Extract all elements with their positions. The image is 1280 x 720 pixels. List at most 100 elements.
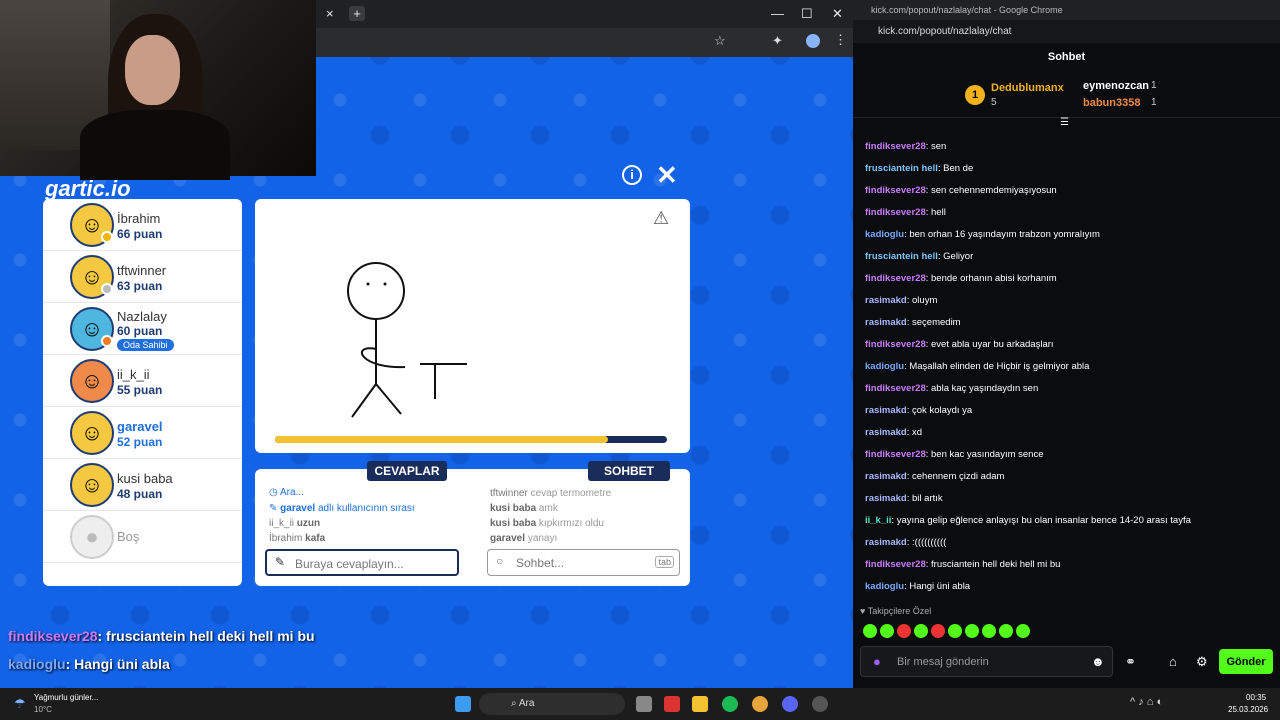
- spotify-icon[interactable]: [722, 696, 738, 712]
- player-row[interactable]: ☺ kusi baba 48 puan: [43, 459, 242, 511]
- status-dot: [101, 283, 113, 295]
- message-input[interactable]: ● Bir mesaj gönderin ☻: [860, 646, 1113, 677]
- turn-info: ✎ garavel adlı kullanıcının sırası: [269, 503, 415, 514]
- player-points: 60 puan: [117, 324, 163, 338]
- chat-message: frusciantein hell: Geliyor: [865, 251, 974, 262]
- leader-count: 5: [991, 97, 997, 108]
- chat-message: findiksever28: abla kaç yaşındaydın sen: [865, 383, 1039, 394]
- drawing-canvas[interactable]: ⚠: [255, 199, 690, 453]
- chat-message: findiksever28: ben kac yasındayım sence: [865, 449, 1044, 460]
- answers-tab[interactable]: CEVAPLAR: [367, 461, 447, 481]
- player-points: 66 puan: [117, 227, 163, 241]
- chat-message: findiksever28: sen: [865, 141, 947, 152]
- discord-icon[interactable]: [782, 696, 798, 712]
- tray-icons[interactable]: ^ ♪ ⌂ ◐: [1130, 696, 1163, 708]
- chat-message: rasimakd: çok kolaydı ya: [865, 405, 973, 416]
- window-close-button[interactable]: ✕: [832, 6, 843, 22]
- app-icon[interactable]: [812, 696, 828, 712]
- emote-icon[interactable]: [999, 624, 1013, 638]
- leaderboard: 1 Dedublumanx 5 eymenozcan 1 babun3358 1: [853, 78, 1280, 118]
- chat-message: rasimakd: cehennem çizdi adam: [865, 471, 1005, 482]
- chat-message: kadioglu: Maşallah elinden de Hiçbir iş …: [865, 361, 1090, 372]
- emote-icon[interactable]: [948, 624, 962, 638]
- chat-line: kusi baba amk: [490, 503, 558, 514]
- star-icon[interactable]: ☆: [714, 33, 726, 49]
- stick-figure-drawing: [347, 262, 467, 418]
- leader-name: Dedublumanx: [991, 82, 1064, 94]
- extensions-icon[interactable]: ✦: [772, 33, 783, 49]
- status-dot: [101, 335, 113, 347]
- minimize-button[interactable]: —: [771, 6, 784, 21]
- avatar: ☺: [70, 359, 114, 403]
- taskview-icon[interactable]: [636, 696, 652, 712]
- window-title: kick.com/popout/nazlalay/chat - Google C…: [853, 0, 1280, 20]
- overlay-chat-line: findiksever28: frusciantein hell deki he…: [8, 628, 315, 644]
- overlay-chat-line: kadioglu: Hangi üni abla: [8, 656, 170, 672]
- webcam-overlay: [0, 0, 316, 180]
- emoji-icon[interactable]: ☻: [1091, 654, 1105, 669]
- status-dot: [101, 231, 113, 243]
- emote-icon[interactable]: [880, 624, 894, 638]
- tab-hint: tab: [655, 556, 674, 568]
- avatar: ☺: [70, 411, 114, 455]
- answer-line: ii_k_ii uzun: [269, 518, 321, 529]
- emote-icon[interactable]: [931, 624, 945, 638]
- chat-message: findiksever28: frusciantein hell deki he…: [865, 559, 1061, 570]
- tab-close-button[interactable]: ×: [326, 6, 334, 21]
- player-row[interactable]: ☺ Nazlalay 60 puan Oda Sahibi: [43, 303, 242, 355]
- emote-icon[interactable]: [1016, 624, 1030, 638]
- maximize-button[interactable]: ☐: [801, 6, 813, 22]
- left-browser-chrome: × + — ☐ ✕ ☆ ✦ ⋮: [316, 0, 853, 57]
- answer-input[interactable]: ✎ Buraya cevaplayın...: [265, 549, 459, 576]
- chat-input[interactable]: ○ Sohbet... tab: [487, 549, 680, 576]
- start-icon[interactable]: [455, 696, 471, 712]
- chat-message: frusciantein hell: Ben de: [865, 163, 974, 174]
- chat-message: rasimakd: seçemedim: [865, 317, 961, 328]
- avatar: ☺: [70, 463, 114, 507]
- player-name: tftwinner: [117, 263, 167, 278]
- input-placeholder: Bir mesaj gönderin: [897, 656, 989, 668]
- chat-message: ii_k_ii: yayına gelip eğlence anlayışı b…: [865, 515, 1191, 526]
- emote-icon[interactable]: [965, 624, 979, 638]
- chat-header: Sohbet: [1047, 51, 1086, 63]
- chevron-down-icon[interactable]: ☰: [1060, 117, 1069, 128]
- clock-time[interactable]: 00:35: [1246, 693, 1266, 702]
- leader-name: babun3358: [1083, 97, 1141, 109]
- player-row[interactable]: ☺ ii_k_ii 55 puan: [43, 355, 242, 407]
- chat-message: rasimakd: xd: [865, 427, 923, 438]
- app-icon[interactable]: [664, 696, 680, 712]
- player-name: Boş: [117, 529, 140, 544]
- emote-icon[interactable]: [914, 624, 928, 638]
- chat-message: rasimakd: oluym: [865, 295, 938, 306]
- player-row[interactable]: ☺ tftwinner 63 puan: [43, 251, 242, 303]
- close-icon[interactable]: ✕: [656, 160, 678, 191]
- player-points: 52 puan: [117, 435, 163, 449]
- new-tab-button[interactable]: +: [349, 6, 365, 21]
- emote-icon[interactable]: [982, 624, 996, 638]
- address-bar[interactable]: ☆ ✦ ⋮: [316, 28, 853, 57]
- emote-icon[interactable]: [863, 624, 877, 638]
- room-owner-badge: Oda Sahibi: [117, 339, 174, 351]
- chrome-icon[interactable]: [752, 696, 768, 712]
- searching-status: ◷ Ara...: [269, 487, 304, 498]
- clock-date[interactable]: 25.03.2026: [1228, 705, 1268, 714]
- player-name: kusi baba: [117, 471, 173, 486]
- link-icon[interactable]: ⚭: [1125, 654, 1136, 670]
- chat-message: rasimakd: bil artık: [865, 493, 943, 504]
- player-name: İbrahim: [117, 211, 161, 226]
- folder-icon[interactable]: [692, 696, 708, 712]
- gear-icon[interactable]: ⚙: [1196, 654, 1208, 670]
- player-row[interactable]: ☺ İbrahim 66 puan: [43, 199, 242, 251]
- info-icon[interactable]: i: [622, 165, 642, 185]
- answer-line: İbrahim kafa: [269, 533, 326, 544]
- store-icon[interactable]: ⌂: [1169, 654, 1177, 669]
- send-button[interactable]: Gönder: [1219, 649, 1273, 674]
- profile-avatar[interactable]: [806, 34, 820, 48]
- menu-icon[interactable]: ⋮: [834, 32, 847, 48]
- chat-tab[interactable]: SOHBET: [588, 461, 670, 481]
- player-row[interactable]: ✎ ☺ garavel 52 puan: [43, 407, 242, 459]
- url-bar[interactable]: kick.com/popout/nazlalay/chat: [853, 20, 1280, 43]
- mic-icon[interactable]: ●: [873, 654, 881, 669]
- taskbar-search[interactable]: ⌕ Ara: [479, 693, 625, 715]
- emote-icon[interactable]: [897, 624, 911, 638]
